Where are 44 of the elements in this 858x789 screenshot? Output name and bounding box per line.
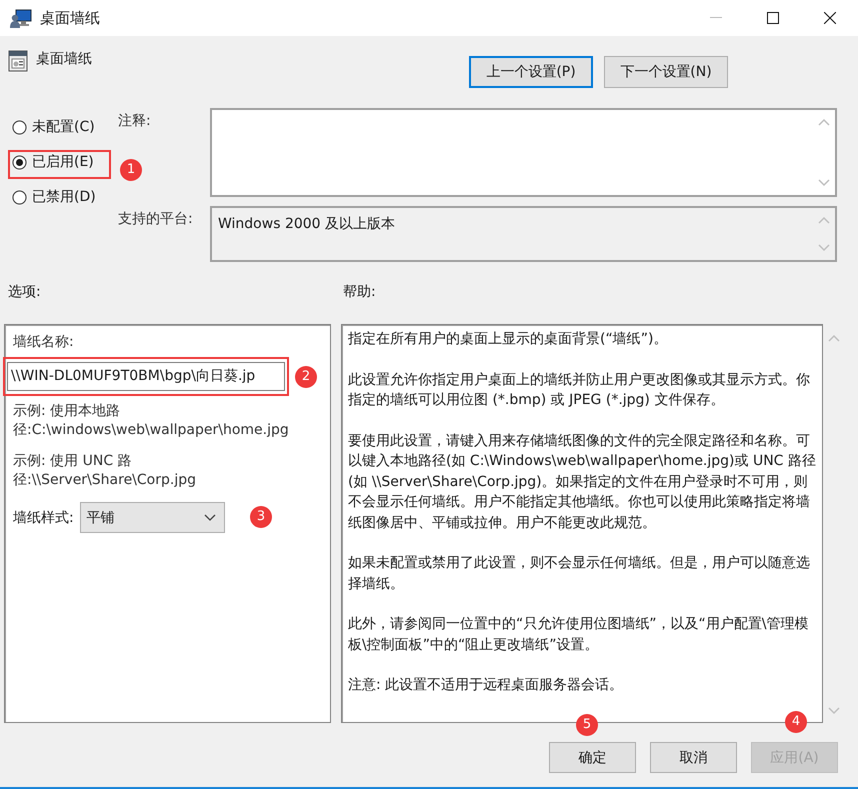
help-paragraph: 要使用此设置，请键入用来存储墙纸图像的文件的完全限定路径和名称。可以键入本地路径(如 C:\Windows\web\wallpaper\home.jpg)或 UNC 路径(如 \\Server\Share\Corp.jpg)。如果指定的文件在用户登录时不可用，则不会显示任何墙纸。用户不能指定其他墙纸。你也可以使用此策略指定将墙纸图像居中、平铺或拉伸。用户不能更改此规范。	[348, 432, 816, 532]
callout-number: 5	[576, 714, 598, 736]
close-icon[interactable]	[824, 12, 836, 24]
callout-number: 4	[785, 711, 807, 733]
help-paragraph: 指定在所有用户的桌面上显示的桌面背景(“墙纸”)。	[348, 330, 668, 349]
help-paragraph: 如果未配置或禁用了此设置，则不会显示任何墙纸。但是，用户可以随意选择墙纸。	[348, 554, 811, 594]
scroll-up-icon[interactable]	[818, 118, 830, 126]
computer-icon	[10, 7, 32, 29]
callout-number: 3	[250, 506, 272, 528]
scroll-down-icon[interactable]	[818, 179, 830, 187]
document-icon	[8, 50, 28, 72]
comment-box[interactable]	[210, 108, 837, 197]
radio-option[interactable]: 已禁用(D)	[12, 188, 96, 206]
policy-name: 桌面墙纸	[36, 50, 92, 68]
dropdown[interactable]: 平铺	[80, 502, 225, 533]
nav-button[interactable]: 上一个设置(P)	[469, 56, 593, 88]
chevron-down-icon	[204, 514, 216, 522]
field-label: 支持的平台:	[118, 210, 193, 228]
scroll-down-icon[interactable]	[828, 707, 840, 715]
platform-text: Windows 2000 及以上版本	[217, 215, 396, 234]
section-heading: 帮助:	[343, 283, 376, 302]
section-heading: 选项:	[8, 283, 42, 302]
scroll-down-icon[interactable]	[818, 244, 830, 252]
minimize-icon[interactable]	[710, 17, 722, 19]
scroll-up-icon[interactable]	[818, 216, 830, 224]
dialog-button[interactable]: 取消	[650, 742, 737, 773]
example-note: 示例: 使用 UNC 路径:\\Server\Share\Corp.jpg	[13, 452, 197, 490]
callout-number: 1	[120, 159, 142, 181]
help-paragraph: 注意: 此设置不适用于远程桌面服务器会话。	[348, 676, 624, 695]
scroll-up-icon[interactable]	[828, 334, 840, 342]
field-label: 注释:	[118, 112, 151, 130]
maximize-icon[interactable]	[766, 12, 778, 24]
radio-option[interactable]: 未配置(C)	[12, 118, 95, 136]
help-paragraph: 此设置允许你指定用户桌面上的墙纸并防止用户更改图像或其显示方式。你指定的墙纸可以用位图 (*.bmp) 或 JPEG (*.jpg) 文件保存。	[348, 370, 811, 410]
text-field[interactable]: \\WIN-DL0MUF9T0BM\bgp\向日葵.jp	[7, 362, 285, 391]
help-paragraph: 此外，请参阅同一位置中的“只允许使用位图墙纸”，以及“用户配置\管理模板\控制面板”中的“阻止更改墙纸”设置。	[348, 615, 810, 654]
nav-button[interactable]: 下一个设置(N)	[604, 56, 728, 88]
dialog-button[interactable]: 确定	[549, 742, 636, 773]
field-label: 墙纸样式:	[13, 508, 74, 526]
field-label: 墙纸名称:	[13, 333, 75, 351]
window-title: 桌面墙纸	[40, 8, 100, 28]
callout-number: 2	[295, 366, 317, 388]
example-note: 示例: 使用本地路径:C:\windows\web\wallpaper\home.jpg	[13, 402, 290, 440]
radio-option[interactable]: 已启用(E)	[12, 153, 94, 171]
